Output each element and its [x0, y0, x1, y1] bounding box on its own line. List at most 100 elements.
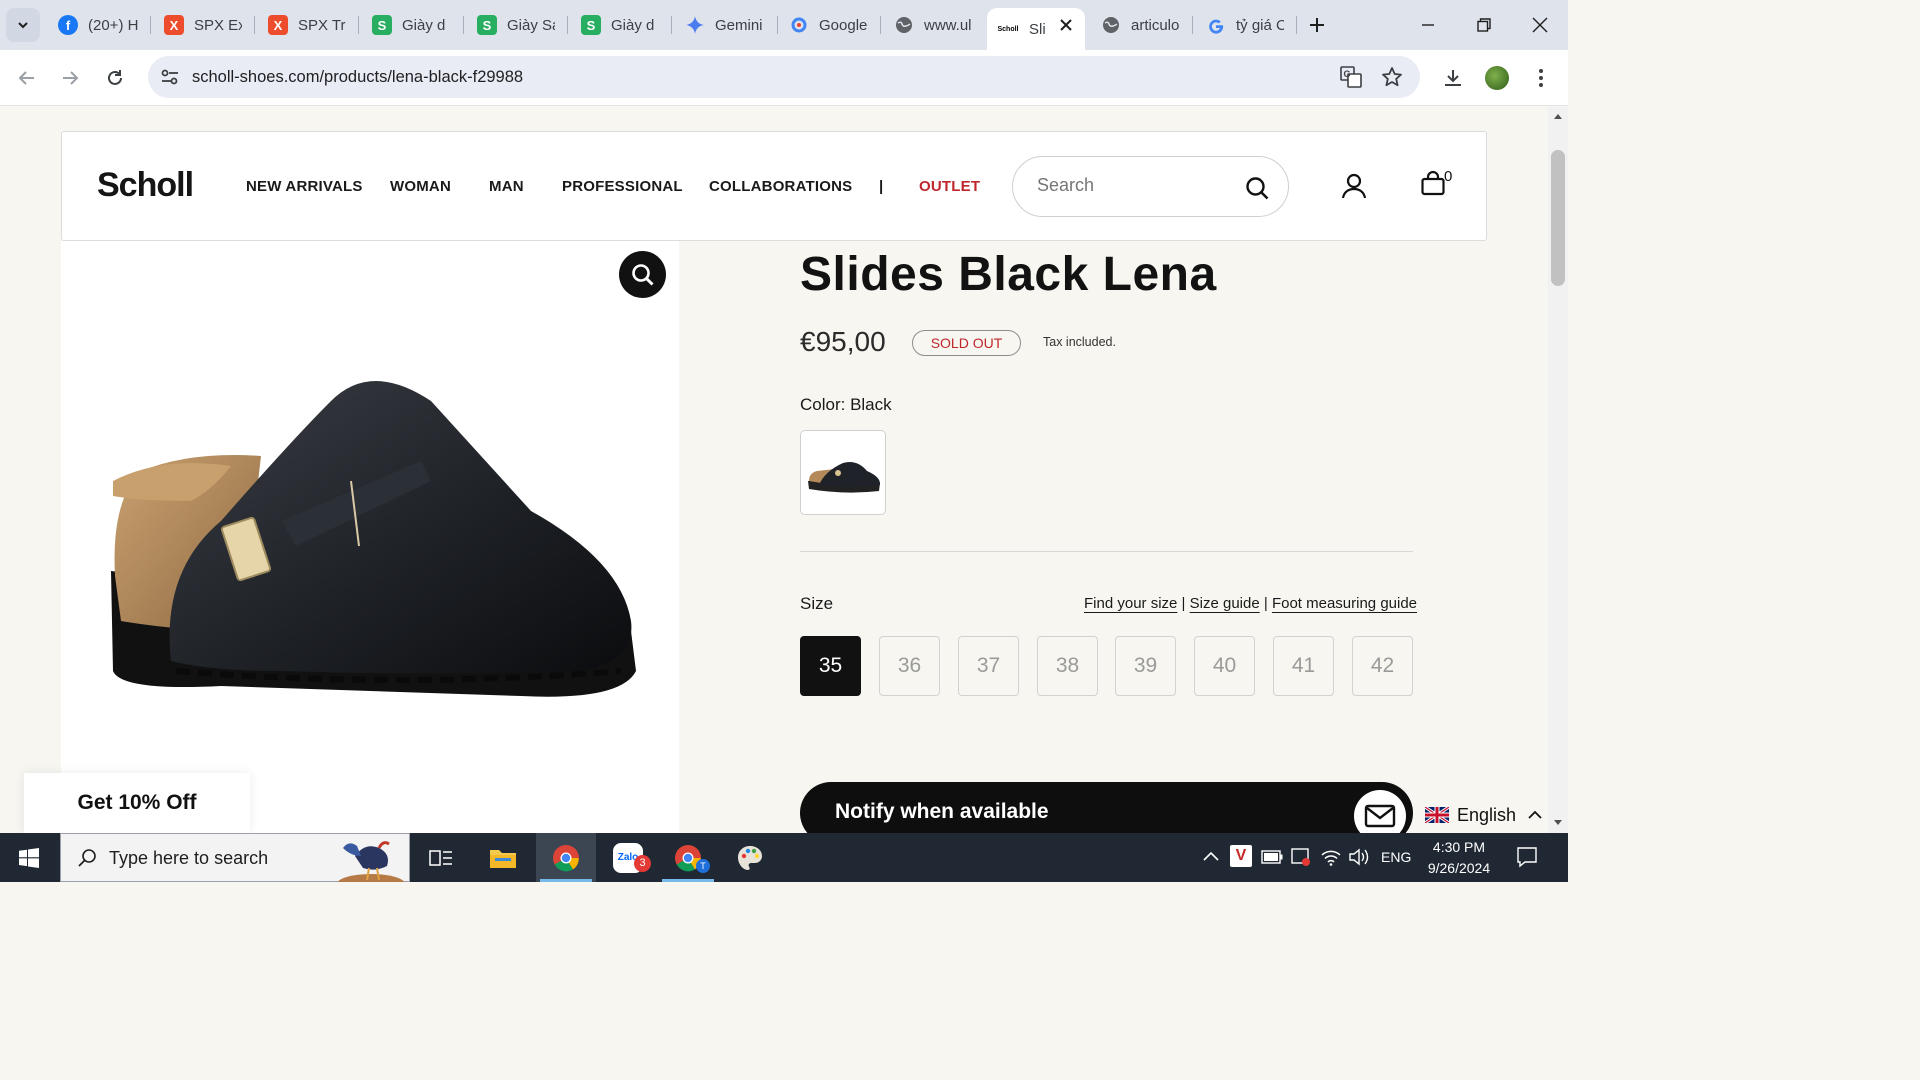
site-search[interactable]	[1012, 156, 1289, 217]
browser-toolbar: scholl-shoes.com/products/lena-black-f29…	[0, 50, 1568, 106]
tab-giay-3[interactable]: S Giày d	[581, 8, 659, 42]
swatch-shoe-image	[808, 462, 881, 493]
color-swatch-black[interactable]	[800, 430, 886, 515]
scrollbar-thumb[interactable]	[1551, 150, 1565, 286]
battery-icon[interactable]	[1261, 850, 1283, 864]
profile-avatar[interactable]	[1481, 62, 1513, 94]
reload-icon	[108, 70, 122, 85]
search-icon[interactable]	[1245, 176, 1270, 206]
product-price: €95,00	[800, 326, 886, 357]
start-button[interactable]	[0, 833, 58, 882]
reload-button[interactable]	[99, 62, 131, 94]
nav-woman[interactable]: WOMAN	[390, 178, 451, 195]
nav-man[interactable]: MAN	[489, 178, 524, 195]
new-tab-button[interactable]	[1294, 0, 1340, 50]
size-option-38[interactable]: 38	[1037, 636, 1098, 696]
arrow-left-icon	[18, 71, 34, 85]
sold-out-badge: SOLD OUT	[912, 330, 1021, 356]
product-image	[111, 381, 636, 697]
taskbar-clock[interactable]: 4:30 PM 9/26/2024	[1418, 837, 1500, 879]
search-input[interactable]	[1037, 175, 1237, 196]
account-icon[interactable]	[1340, 172, 1368, 200]
size-option-36[interactable]: 36	[879, 636, 940, 696]
cart-icon[interactable]	[1419, 169, 1447, 199]
translate-icon[interactable]: G	[1340, 66, 1362, 93]
uk-flag-icon	[1425, 807, 1449, 823]
size-guide-link[interactable]: Size guide	[1190, 595, 1260, 612]
downloads-button[interactable]	[1437, 62, 1469, 94]
nav-outlet[interactable]: OUTLET	[919, 178, 980, 195]
find-your-size-link[interactable]: Find your size	[1084, 595, 1177, 612]
browser-menu-button[interactable]	[1525, 62, 1557, 94]
tab-giay-1[interactable]: S Giày d	[372, 8, 450, 42]
scroll-up-arrow-icon[interactable]	[1553, 113, 1563, 120]
discount-promo-tab[interactable]: Get 10% Off	[24, 773, 250, 833]
notification-center-icon[interactable]	[1516, 846, 1538, 868]
task-view-icon	[429, 849, 452, 866]
zalo-taskbar-button[interactable]: Zalo 3	[598, 833, 658, 882]
size-option-35[interactable]: 35	[800, 636, 861, 696]
tab-search-button[interactable]	[6, 8, 40, 42]
taskbar-search-box[interactable]: Type here to search	[60, 833, 410, 882]
scholl-favicon: Scholl	[997, 25, 1019, 33]
wifi-icon[interactable]	[1320, 848, 1342, 866]
zoom-button[interactable]	[619, 251, 666, 298]
nav-professional[interactable]: PROFESSIONAL	[562, 178, 683, 195]
scholl-logo[interactable]: Scholl	[97, 166, 194, 205]
address-bar[interactable]: scholl-shoes.com/products/lena-black-f29…	[148, 56, 1420, 98]
file-explorer-button[interactable]	[473, 833, 533, 882]
scroll-down-arrow-icon[interactable]	[1553, 819, 1563, 826]
site-info-icon[interactable]	[160, 67, 180, 92]
tab-google-lens[interactable]: Google	[789, 8, 869, 42]
volume-icon[interactable]	[1348, 847, 1370, 867]
size-option-42[interactable]: 42	[1352, 636, 1413, 696]
close-tab-icon[interactable]	[1059, 18, 1073, 36]
vietkey-icon[interactable]: V	[1230, 845, 1252, 867]
foot-measuring-guide-link[interactable]: Foot measuring guide	[1272, 595, 1417, 612]
plus-icon	[1310, 18, 1324, 32]
paint-taskbar-button[interactable]	[720, 833, 780, 882]
language-label: English	[1457, 804, 1517, 825]
tab-ty-gia[interactable]: tỷ giá C	[1206, 8, 1284, 42]
notify-when-available-button[interactable]: Notify when available	[800, 782, 1413, 833]
tab-title: SPX Ex	[194, 16, 242, 34]
size-option-37[interactable]: 37	[958, 636, 1019, 696]
tab-spx-1[interactable]: X SPX Ex	[164, 8, 242, 42]
language-selector[interactable]: English	[1425, 797, 1548, 833]
gemini-icon	[685, 15, 705, 35]
search-icon	[78, 849, 96, 867]
tab-facebook[interactable]: f (20+) H	[58, 8, 138, 42]
size-option-40[interactable]: 40	[1194, 636, 1255, 696]
task-view-button[interactable]	[411, 833, 471, 882]
spx-icon: X	[268, 15, 288, 35]
input-language-indicator[interactable]: ENG	[1381, 849, 1411, 865]
tab-giay-2[interactable]: S Giày Sa	[477, 8, 555, 42]
back-button[interactable]	[11, 62, 43, 94]
minimize-icon	[1422, 24, 1434, 26]
tab-title: Giày d	[611, 16, 655, 34]
svg-text:G: G	[1344, 69, 1351, 79]
chrome-taskbar-button[interactable]	[536, 833, 596, 882]
close-icon	[1532, 17, 1548, 33]
forward-button[interactable]	[54, 62, 86, 94]
nav-new-arrivals[interactable]: NEW ARRIVALS	[246, 178, 363, 195]
bookmark-star-icon[interactable]	[1381, 66, 1403, 93]
minimize-button[interactable]	[1400, 0, 1456, 50]
chrome-profile-taskbar-button[interactable]: T	[658, 833, 718, 882]
security-shield-icon[interactable]	[1290, 847, 1312, 867]
magnifier-icon	[631, 263, 654, 286]
nav-collaborations[interactable]: COLLABORATIONS	[709, 178, 852, 195]
tab-title: articulo	[1131, 16, 1180, 34]
kebab-menu-icon	[1539, 69, 1543, 87]
size-option-39[interactable]: 39	[1115, 636, 1176, 696]
web-page: Scholl NEW ARRIVALS WOMAN MAN PROFESSION…	[0, 107, 1548, 833]
restore-button[interactable]	[1456, 0, 1512, 50]
tab-scholl-active[interactable]: Scholl Sli	[987, 8, 1085, 50]
tray-overflow-chevron-icon[interactable]	[1203, 851, 1219, 861]
tab-spx-2[interactable]: X SPX Tra	[268, 8, 346, 42]
tab-gemini[interactable]: Gemini	[685, 8, 771, 42]
tab-www[interactable]: www.ul	[894, 8, 974, 42]
close-window-button[interactable]	[1512, 0, 1568, 50]
size-option-41[interactable]: 41	[1273, 636, 1334, 696]
tab-articulo[interactable]: articulo	[1101, 8, 1181, 42]
